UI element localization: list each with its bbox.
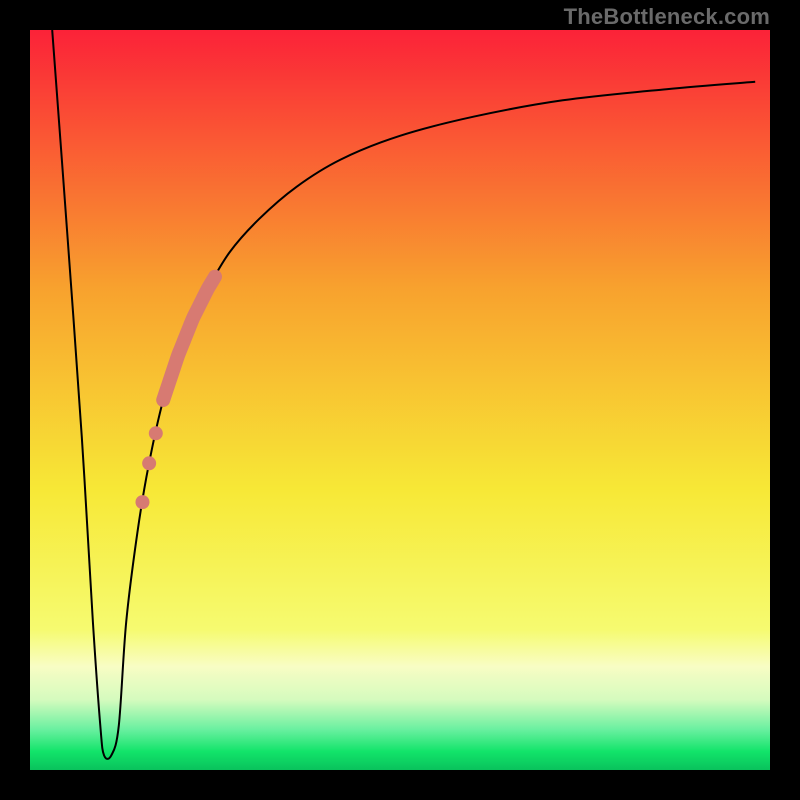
highlight-dot-1 [142, 456, 156, 470]
gradient-background [30, 30, 770, 770]
highlight-dot-0 [149, 426, 163, 440]
chart-svg [30, 30, 770, 770]
plot-area [30, 30, 770, 770]
highlight-dot-2 [135, 495, 149, 509]
watermark-text: TheBottleneck.com [564, 4, 770, 30]
chart-frame: TheBottleneck.com [0, 0, 800, 800]
